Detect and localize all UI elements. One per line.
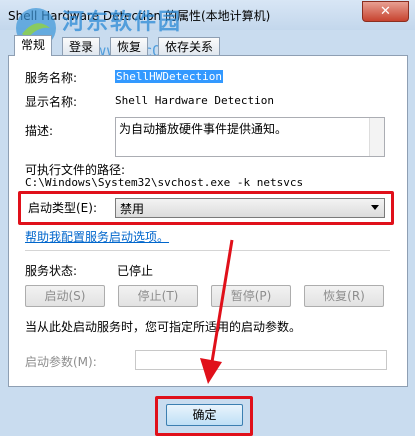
service-name-label: 服务名称: <box>25 71 78 85</box>
separator <box>25 250 390 251</box>
description-box[interactable]: 为自动播放硬件事件提供通知。 <box>115 117 385 157</box>
close-button[interactable]: ✕ <box>362 1 409 22</box>
tab-general[interactable]: 常规 <box>14 35 53 56</box>
stop-button[interactable]: 停止(T) <box>118 285 198 307</box>
description-scrollbar[interactable] <box>369 118 384 156</box>
display-name-value[interactable]: Shell Hardware Detection <box>115 94 274 107</box>
ok-button[interactable]: 确定 <box>166 404 243 426</box>
display-name-label: 显示名称: <box>25 95 78 109</box>
help-config-link[interactable]: 帮助我配置服务启动选项。 <box>25 228 169 245</box>
tab-dependencies[interactable]: 依存关系 <box>158 37 221 56</box>
window-title: Shell Hardware Detection 的属性(本地计算机) <box>8 9 271 23</box>
start-params-label: 启动参数(M): <box>25 355 97 369</box>
startup-type-select[interactable]: 禁用 <box>115 198 385 218</box>
pause-button[interactable]: 暂停(P) <box>211 285 291 307</box>
title-bar: Shell Hardware Detection 的属性(本地计算机) ✕ <box>0 0 415 30</box>
description-value: 为自动播放硬件事件提供通知。 <box>119 122 288 136</box>
start-params-hint: 当从此处启动服务时，您可指定所适用的启动参数。 <box>25 320 302 334</box>
startup-type-label: 启动类型(E): <box>28 201 97 215</box>
start-params-input[interactable] <box>135 350 387 370</box>
service-status-label: 服务状态: <box>25 264 78 278</box>
resume-button[interactable]: 恢复(R) <box>304 285 384 307</box>
service-status-value: 已停止 <box>117 264 154 278</box>
service-name-value[interactable]: ShellHWDetection <box>115 70 223 83</box>
executable-path-value[interactable]: C:\Windows\System32\svchost.exe -k netsv… <box>25 176 303 189</box>
tab-logon[interactable]: 登录 <box>62 37 101 56</box>
description-label: 描述: <box>25 124 54 138</box>
chevron-down-icon <box>371 205 379 210</box>
start-button[interactable]: 启动(S) <box>25 285 105 307</box>
startup-type-value: 禁用 <box>120 202 145 216</box>
tab-recovery[interactable]: 恢复 <box>110 37 149 56</box>
